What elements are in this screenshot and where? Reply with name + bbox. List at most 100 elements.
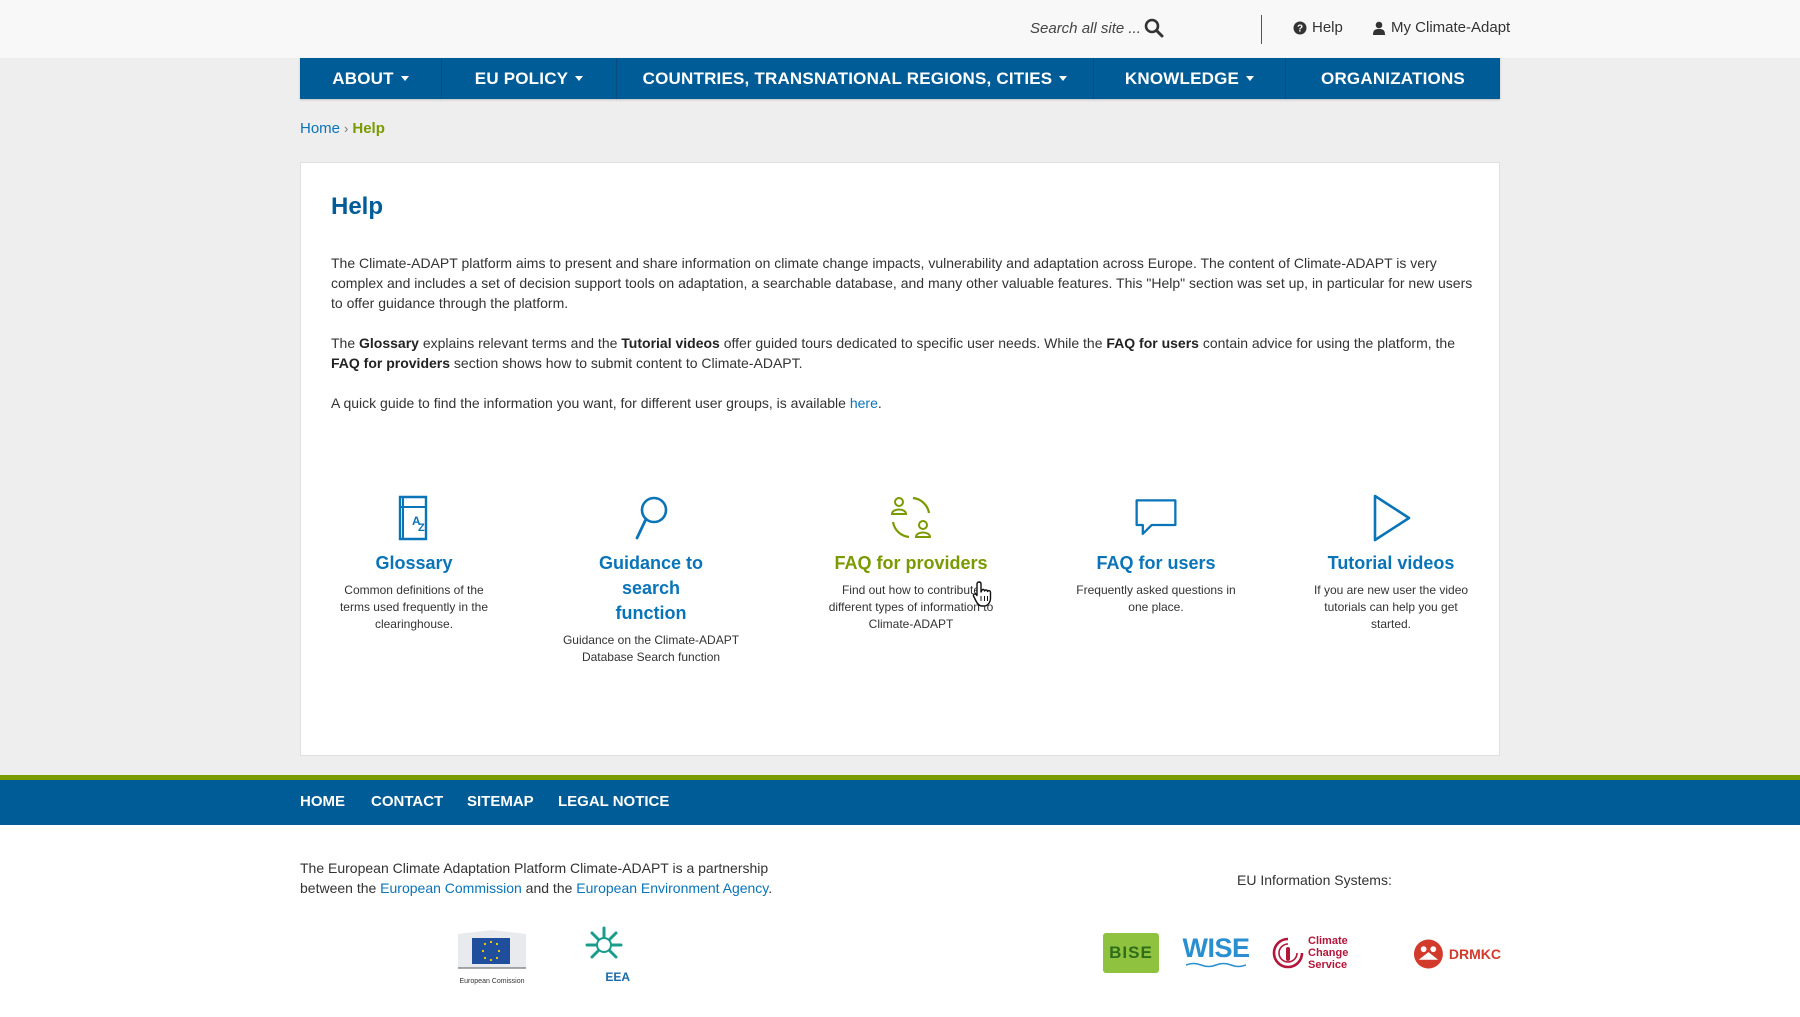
feature-description: Frequently asked questions in one place. (1076, 583, 1236, 614)
footer-link-home[interactable]: HOME (300, 793, 345, 810)
feature-description: If you are new user the video tutorials … (1313, 583, 1469, 631)
footer-link-sitemap[interactable]: SITEMAP (467, 793, 534, 810)
tutorial-term: Tutorial videos (621, 335, 720, 351)
quick-guide-paragraph: A quick guide to find the information yo… (331, 393, 1476, 413)
content-card: Help The Climate-ADAPT platform aims to … (300, 162, 1500, 756)
nav-item-knowledge[interactable]: KNOWLEDGE (1094, 58, 1286, 99)
european-commission-link[interactable]: European Commission (380, 880, 522, 896)
eea-logo-text: EEA (605, 970, 630, 984)
text: The (331, 335, 360, 351)
partnership-line-2: between the European Commission and the … (300, 878, 772, 898)
caret-down-icon (400, 76, 409, 81)
wise-logo[interactable]: WISE (1181, 935, 1251, 971)
feature-search-guidance[interactable]: Guidance to search function Guidance on … (561, 493, 741, 666)
european-commission-logo[interactable]: European Comission (456, 928, 528, 985)
wave-icon (1186, 962, 1246, 968)
partnership-text: The European Climate Adaptation Platform… (300, 858, 772, 898)
text: offer guided tours dedicated to specific… (719, 335, 1107, 351)
caret-down-icon (575, 76, 584, 81)
top-bar: Search all site ... ? Help My Climate-Ad… (0, 0, 1800, 58)
help-label: Help (1312, 19, 1343, 36)
footer-link-contact[interactable]: CONTACT (371, 793, 443, 810)
nav-item-label: EU POLICY (474, 68, 569, 88)
ec-building-icon (458, 930, 526, 969)
text: contain advice for using the platform, t… (1198, 335, 1456, 351)
nav-item-label: ABOUT (332, 68, 394, 88)
text: section shows how to submit content to C… (450, 355, 803, 371)
help-link[interactable]: ? Help (1293, 19, 1343, 36)
breadcrumb-current: Help (352, 120, 385, 137)
caret-down-icon (1246, 76, 1255, 81)
eu-information-systems-label: EU Information Systems: (1237, 872, 1392, 888)
feature-title: FAQ for users (1096, 553, 1216, 573)
breadcrumb: Home › Help (300, 120, 385, 137)
breadcrumb-home[interactable]: Home (300, 120, 340, 137)
quick-guide-link[interactable]: here (850, 395, 878, 411)
feature-description: Common definitions of the terms used fre… (339, 583, 489, 631)
page-title: Help (331, 193, 384, 220)
wise-logo-text: WISE (1182, 933, 1250, 963)
user-icon (1373, 21, 1385, 35)
footer-link-legal-notice[interactable]: LEGAL NOTICE (558, 793, 669, 810)
svg-text:Z: Z (418, 522, 425, 534)
hand-pointer-cursor-icon (972, 581, 992, 607)
help-features: A Z Glossary Common definitions of the t… (301, 493, 1501, 673)
svg-text:?: ? (1297, 23, 1303, 34)
caret-down-icon (1059, 76, 1068, 81)
climate-change-service-logo[interactable]: Climate Change Service (1272, 935, 1388, 971)
footer-navigation: HOME CONTACT SITEMAP LEGAL NOTICE (0, 780, 1800, 825)
top-divider (1261, 15, 1262, 44)
text: . (768, 880, 773, 896)
faq-users-term: FAQ for users (1106, 335, 1199, 351)
ccs-logo-text: Climate Change Service (1308, 935, 1349, 971)
text: explains relevant terms and the (418, 335, 622, 351)
eea-logo[interactable]: EEA (578, 925, 630, 984)
drmkc-logo[interactable]: DRMKC (1413, 937, 1501, 971)
drmkc-emblem-icon (1413, 939, 1443, 969)
providers-exchange-icon (890, 496, 932, 539)
faq-providers-term: FAQ for providers (331, 355, 451, 371)
nav-item-about[interactable]: ABOUT (300, 58, 442, 99)
feature-description: Guidance on the Climate-ADAPT Database S… (562, 633, 740, 664)
footer-bottom: The European Climate Adaptation Platform… (0, 825, 1800, 1017)
nav-item-eu-policy[interactable]: EU POLICY (442, 58, 617, 99)
glossary-term: Glossary (359, 335, 419, 351)
bise-logo-text: BISE (1109, 943, 1153, 962)
speech-bubble-icon (1135, 499, 1177, 535)
nav-item-label: ORGANIZATIONS (1321, 68, 1465, 88)
play-icon (1373, 494, 1411, 542)
text: and the (521, 880, 577, 896)
eea-sun-icon (585, 926, 623, 959)
my-account-label: My Climate-Adapt (1391, 19, 1511, 36)
text: . (877, 395, 882, 411)
ec-logo-text: European Comission (459, 978, 525, 985)
partnership-line-1: The European Climate Adaptation Platform… (300, 860, 769, 876)
feature-faq-providers[interactable]: FAQ for providers Find out how to contri… (811, 493, 1011, 633)
nav-item-organizations[interactable]: ORGANIZATIONS (1286, 58, 1500, 99)
feature-title: FAQ for providers (834, 553, 988, 573)
feature-title: Glossary (375, 553, 453, 573)
magnifier-icon (635, 496, 668, 540)
search-icon[interactable] (1144, 18, 1164, 38)
text: between the (300, 880, 381, 896)
feature-faq-users[interactable]: FAQ for users Frequently asked questions… (1076, 493, 1236, 616)
search-input[interactable]: Search all site ... (1030, 20, 1141, 37)
guide-paragraph: The Glossary explains relevant terms and… (331, 333, 1476, 373)
bise-logo[interactable]: BISE (1103, 933, 1159, 973)
feature-title: Guidance to search function (598, 553, 703, 623)
drmkc-logo-text: DRMKC (1448, 946, 1501, 962)
eea-link[interactable]: European Environment Agency (576, 880, 768, 896)
feature-title: Tutorial videos (1327, 553, 1455, 573)
feature-glossary[interactable]: A Z Glossary Common definitions of the t… (329, 493, 499, 633)
nav-item-label: COUNTRIES, TRANSNATIONAL REGIONS, CITIES (642, 68, 1053, 88)
intro-paragraph: The Climate-ADAPT platform aims to prese… (331, 255, 1473, 311)
main-navigation: ABOUT EU POLICY COUNTRIES, TRANSNATIONAL… (300, 58, 1500, 99)
breadcrumb-separator: › (344, 121, 349, 136)
question-circle-icon: ? (1293, 21, 1307, 34)
thermometer-swirl-icon (1272, 937, 1304, 969)
feature-tutorial-videos[interactable]: Tutorial videos If you are new user the … (1311, 493, 1471, 633)
my-account-link[interactable]: My Climate-Adapt (1372, 19, 1510, 36)
nav-item-label: KNOWLEDGE (1124, 68, 1240, 88)
nav-item-countries[interactable]: COUNTRIES, TRANSNATIONAL REGIONS, CITIES (617, 58, 1094, 99)
glossary-book-icon: A Z (398, 495, 428, 541)
